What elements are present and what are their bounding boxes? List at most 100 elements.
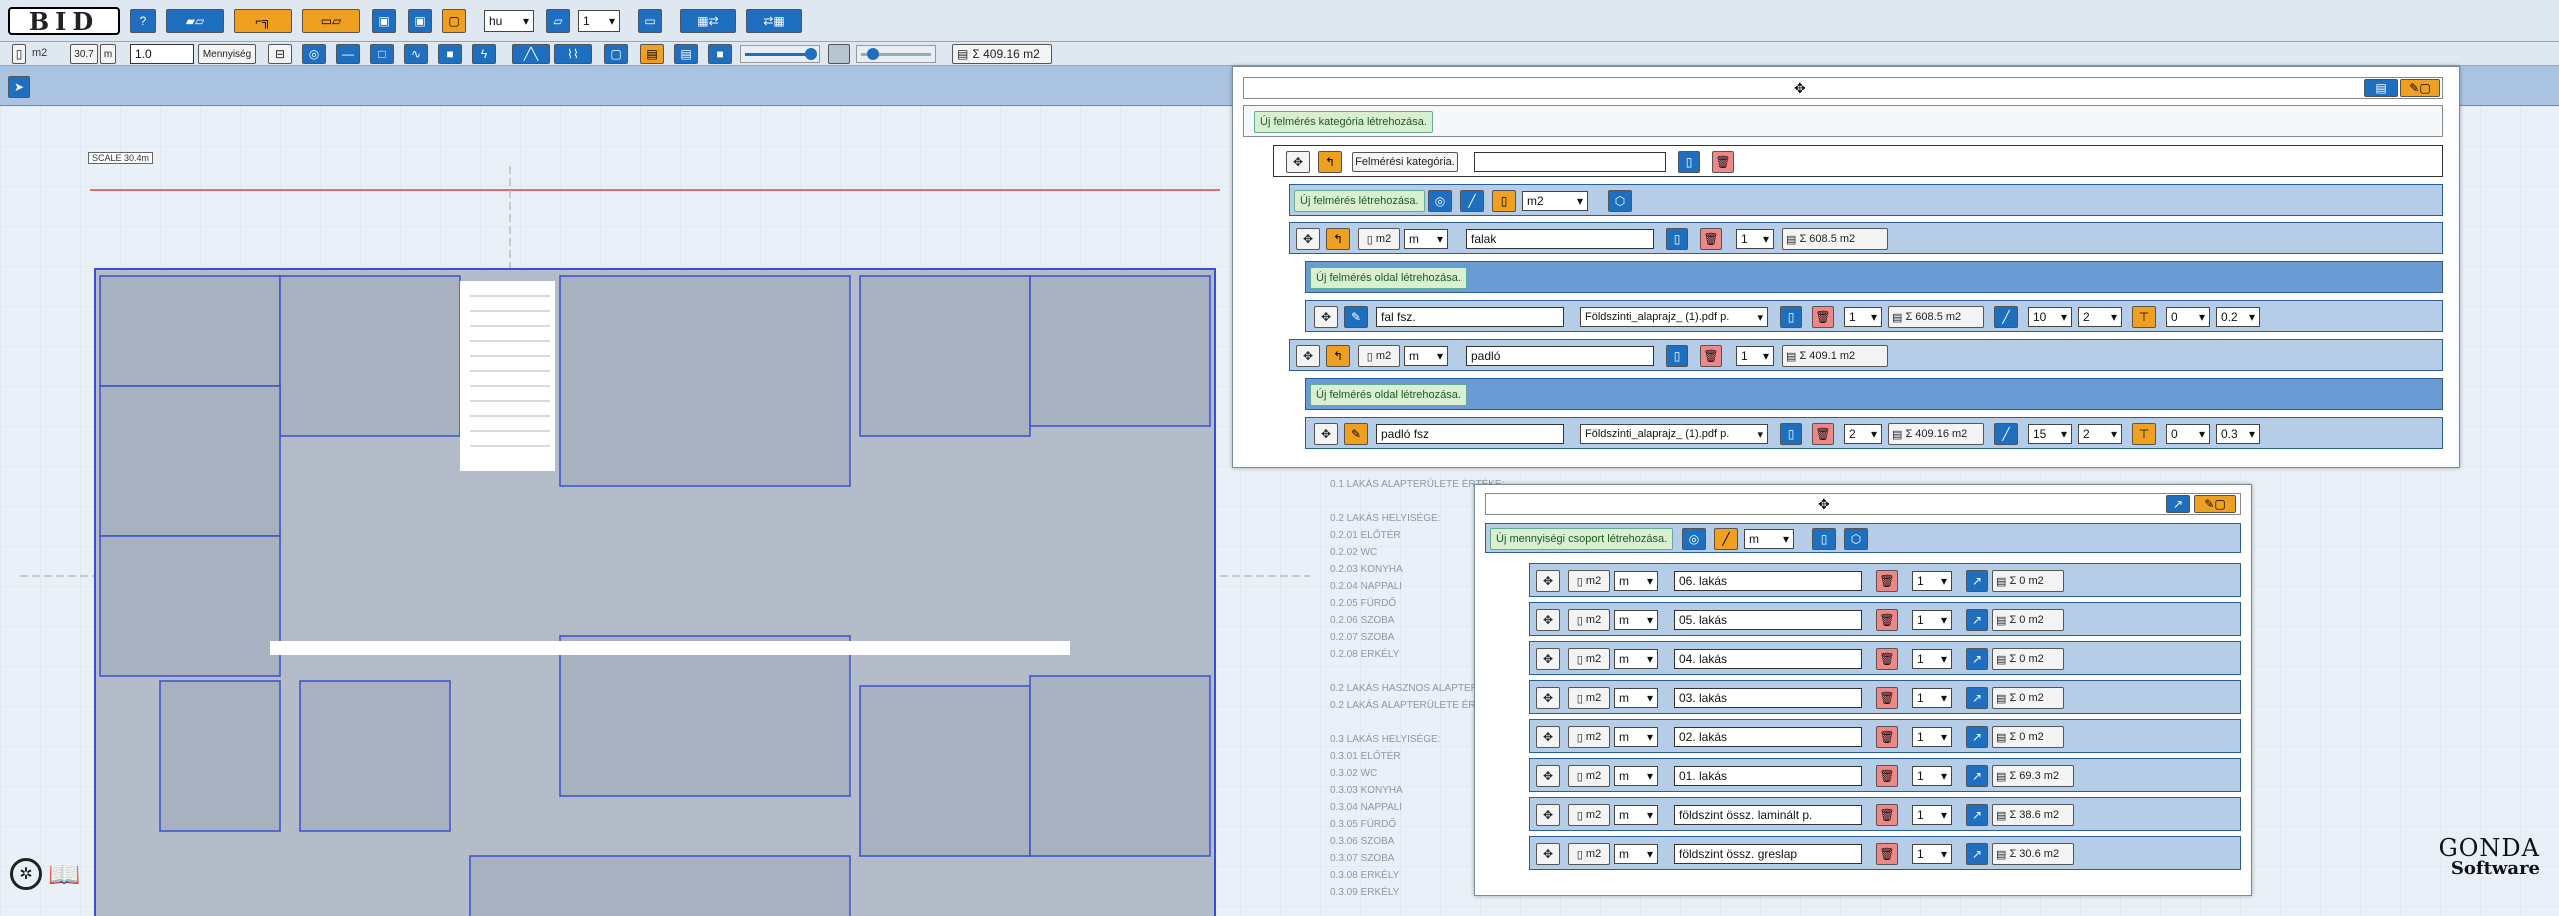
- group-panel-header[interactable]: ✥ ↗ ✎▢: [1485, 493, 2241, 515]
- frame-icon[interactable]: ▢: [442, 9, 466, 33]
- edit-icon[interactable]: ✎▢: [2400, 79, 2440, 97]
- export-icon[interactable]: ↗: [1966, 687, 1988, 709]
- line-icon[interactable]: ╱: [1994, 306, 2018, 328]
- export-icon[interactable]: ↗: [1966, 804, 1988, 826]
- survey-name-input[interactable]: padló: [1466, 346, 1654, 366]
- group-name-input[interactable]: 05. lakás: [1674, 610, 1862, 630]
- trash-icon[interactable]: 🗑: [1712, 151, 1734, 173]
- lightning-icon[interactable]: ϟ: [472, 44, 496, 64]
- count-select[interactable]: 2 ▾: [1844, 424, 1882, 444]
- list-icon[interactable]: ▤: [2364, 79, 2398, 97]
- move-icon[interactable]: ✥: [1536, 843, 1560, 865]
- wall-icon[interactable]: ⊤: [2132, 306, 2156, 328]
- move-icon[interactable]: ✥: [1296, 345, 1320, 367]
- unit-button[interactable]: ▯ m2: [1568, 648, 1610, 670]
- screen-icon[interactable]: ▭: [638, 9, 662, 33]
- navigate-icon[interactable]: ➤: [8, 76, 30, 98]
- move-icon[interactable]: ✥: [1794, 80, 1806, 97]
- move-icon[interactable]: ✥: [1536, 765, 1560, 787]
- move-icon[interactable]: ✥: [1536, 609, 1560, 631]
- pen-icon[interactable]: ✎: [1344, 423, 1368, 445]
- copy-icon[interactable]: ▯: [1780, 306, 1802, 328]
- unit-button[interactable]: ▯ m2: [1568, 570, 1610, 592]
- survey-name-input[interactable]: falak: [1466, 229, 1654, 249]
- move-icon[interactable]: ✥: [1536, 687, 1560, 709]
- unit-button[interactable]: ▯ m2: [1568, 726, 1610, 748]
- line-icon[interactable]: ╱: [1460, 190, 1484, 212]
- page-name-input[interactable]: padló fsz: [1376, 424, 1564, 444]
- export-icon[interactable]: ⇄▦: [746, 9, 802, 33]
- calculator-icon[interactable]: ▤: [640, 44, 664, 64]
- palette-icon[interactable]: ✲: [10, 858, 42, 890]
- doc-icon[interactable]: ▯: [1492, 190, 1516, 212]
- layer-icon[interactable]: ▢: [604, 44, 628, 64]
- archive-icon[interactable]: ⊟: [268, 44, 292, 64]
- value-4-select[interactable]: 0.3 ▾: [2216, 424, 2260, 444]
- copy-icon[interactable]: ▯: [1666, 345, 1688, 367]
- move-icon[interactable]: ✥: [1536, 648, 1560, 670]
- length-unit-select[interactable]: m ▾: [1614, 649, 1658, 669]
- length-unit-select[interactable]: m ▾: [1614, 844, 1658, 864]
- count-select[interactable]: 1 ▾: [1736, 346, 1774, 366]
- count-select[interactable]: 1 ▾: [1844, 307, 1882, 327]
- trash-icon[interactable]: 🗑: [1876, 804, 1898, 826]
- length-unit-select[interactable]: m ▾: [1614, 805, 1658, 825]
- measure-tool-icon[interactable]: ⌐╗: [234, 9, 292, 33]
- wave-icon[interactable]: ∿: [404, 44, 428, 64]
- open-file-icon[interactable]: ▰▱: [166, 9, 224, 33]
- unit-button[interactable]: ▯ m2: [1568, 843, 1610, 865]
- count-select[interactable]: 1 ▾: [1912, 766, 1952, 786]
- group-name-input[interactable]: földszint össz. greslap: [1674, 844, 1862, 864]
- count-select[interactable]: 1 ▾: [1912, 649, 1952, 669]
- line-icon[interactable]: ╱: [1994, 423, 2018, 445]
- scale-unit[interactable]: m: [100, 44, 116, 64]
- target-icon[interactable]: ◎: [1428, 190, 1452, 212]
- trash-icon[interactable]: 🗑: [1876, 726, 1898, 748]
- scale-value[interactable]: 30.7: [70, 44, 98, 64]
- count-select[interactable]: 1 ▾: [1912, 805, 1952, 825]
- slider-thumb[interactable]: [867, 48, 879, 60]
- page-icon[interactable]: ▱: [546, 9, 570, 33]
- count-select[interactable]: 1 ▾: [1912, 727, 1952, 747]
- category-label-button[interactable]: Felmérési kategória.: [1352, 152, 1458, 172]
- polyline-area-icon[interactable]: ⌇⌇: [554, 44, 592, 64]
- cube-icon[interactable]: ⬡: [1844, 528, 1868, 550]
- move-icon[interactable]: ✥: [1296, 228, 1320, 250]
- quantity-button[interactable]: Mennyiség: [198, 44, 256, 64]
- move-icon[interactable]: ✥: [1286, 151, 1310, 173]
- table-icon[interactable]: ▤: [674, 44, 698, 64]
- new-group-button[interactable]: Új mennyiségi csoport létrehozása.: [1490, 528, 1674, 550]
- grid-toggle-icon[interactable]: ▦⇄: [680, 9, 736, 33]
- level-up-icon[interactable]: ↰: [1318, 151, 1342, 173]
- export-icon[interactable]: ↗: [1966, 726, 1988, 748]
- target-icon[interactable]: ◎: [302, 44, 326, 64]
- group-name-input[interactable]: 04. lakás: [1674, 649, 1862, 669]
- trash-icon[interactable]: 🗑: [1700, 228, 1722, 250]
- box-icon[interactable]: [828, 44, 850, 64]
- trash-icon[interactable]: 🗑: [1876, 648, 1898, 670]
- group-unit-select[interactable]: m ▾: [1744, 529, 1794, 549]
- length-unit-select[interactable]: m ▾: [1614, 688, 1658, 708]
- value-2-select[interactable]: 2 ▾: [2078, 424, 2122, 444]
- trash-icon[interactable]: 🗑: [1700, 345, 1722, 367]
- group-name-input[interactable]: 03. lakás: [1674, 688, 1862, 708]
- trash-icon[interactable]: 🗑: [1876, 765, 1898, 787]
- export-icon[interactable]: ↗: [1966, 570, 1988, 592]
- trash-icon[interactable]: 🗑: [1812, 423, 1834, 445]
- trash-icon[interactable]: 🗑: [1876, 687, 1898, 709]
- move-icon[interactable]: ✥: [1314, 423, 1338, 445]
- doc-icon[interactable]: ▯: [1812, 528, 1836, 550]
- unit-button[interactable]: ▯ m2: [1568, 609, 1610, 631]
- language-select[interactable]: hu ▾: [484, 10, 534, 32]
- new-category-button[interactable]: Új felmérés kategória létrehozása.: [1254, 111, 1433, 133]
- wall-icon[interactable]: ⊤: [2132, 423, 2156, 445]
- minus-icon[interactable]: —: [336, 44, 360, 64]
- pen-icon[interactable]: ✎: [1344, 306, 1368, 328]
- survey-unit-select[interactable]: m2 ▾: [1522, 191, 1588, 211]
- group-name-input[interactable]: 01. lakás: [1674, 766, 1862, 786]
- survey-panel-header[interactable]: ✥ ▤ ✎▢: [1243, 77, 2443, 99]
- book-icon[interactable]: 📖: [48, 860, 84, 888]
- edit-icon[interactable]: ✎▢: [2194, 495, 2236, 513]
- page-name-input[interactable]: fal fsz.: [1376, 307, 1564, 327]
- trash-icon[interactable]: 🗑: [1876, 609, 1898, 631]
